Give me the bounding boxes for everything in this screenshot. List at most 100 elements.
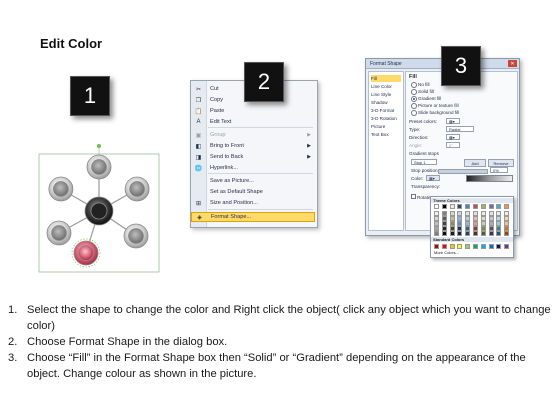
radio-gradient-fill[interactable] bbox=[411, 96, 417, 102]
menu-item-label: Format Shape... bbox=[211, 214, 252, 220]
radio-solid-fill[interactable] bbox=[411, 89, 417, 95]
stop-dropdown[interactable]: Stop 1 bbox=[411, 159, 437, 165]
theme-shade-swatch[interactable] bbox=[465, 231, 471, 237]
inner-circle-ring bbox=[91, 159, 107, 175]
theme-shade-swatch[interactable] bbox=[496, 231, 502, 237]
menu-item-hyperlink[interactable]: 🌐 Hyperlink... bbox=[191, 163, 315, 173]
standard-color-swatch[interactable] bbox=[434, 243, 439, 249]
remove-stop-button[interactable]: Remove bbox=[488, 159, 514, 167]
edit-text-icon: A bbox=[196, 119, 201, 125]
standard-color-swatch[interactable] bbox=[457, 243, 463, 249]
menu-item-size-and-position[interactable]: ⊞ Size and Position... bbox=[191, 198, 315, 208]
direction-label: Direction: bbox=[409, 135, 429, 140]
menu-item-format-shape[interactable]: ◈ Format Shape... bbox=[191, 212, 315, 222]
fill-option-label: Picture or texture fill bbox=[418, 102, 459, 108]
rotate-handle[interactable] bbox=[97, 144, 101, 148]
menu-item-bring-to-front[interactable]: ◧ Bring to Front ▶ bbox=[191, 141, 315, 151]
angle-label: Angle: bbox=[409, 143, 423, 148]
menu-item-send-to-back[interactable]: ◨ Send to Back ▶ bbox=[191, 152, 315, 162]
theme-color-swatch[interactable] bbox=[496, 204, 502, 209]
menu-item-edit-text[interactable]: A Edit Text bbox=[191, 117, 315, 127]
more-colors-link[interactable]: More Colors... bbox=[434, 250, 459, 255]
standard-color-swatch[interactable] bbox=[504, 243, 510, 249]
stop-position-field[interactable]: 0% bbox=[490, 167, 508, 173]
theme-shade-swatch[interactable] bbox=[449, 231, 455, 237]
theme-shade-swatch[interactable] bbox=[441, 231, 447, 237]
nav-item-picture[interactable]: Picture bbox=[371, 123, 401, 130]
inner-circle-ring bbox=[53, 181, 69, 197]
copy-icon: ❐ bbox=[195, 97, 202, 104]
instruction-number: 3. bbox=[8, 352, 18, 364]
standard-color-swatch[interactable] bbox=[473, 243, 478, 249]
instruction-text: Choose “Fill” in the Format Shape box th… bbox=[27, 352, 526, 380]
standard-color-swatch[interactable] bbox=[496, 243, 502, 249]
theme-color-swatch[interactable] bbox=[488, 204, 494, 209]
type-value: Radial bbox=[449, 126, 461, 132]
menu-item-paste[interactable]: 📋 Paste bbox=[191, 106, 315, 116]
radio-no-fill[interactable] bbox=[411, 82, 417, 88]
theme-color-swatch[interactable] bbox=[449, 204, 455, 209]
center-circle-core bbox=[90, 202, 108, 220]
menu-item-group[interactable]: ▣ Group ▶ bbox=[191, 130, 315, 140]
nav-item-3-d-rotation[interactable]: 3-D Rotation bbox=[371, 115, 401, 122]
nav-item-shadow[interactable]: Shadow bbox=[371, 99, 401, 106]
theme-color-swatch[interactable] bbox=[434, 204, 439, 209]
standard-color-swatch[interactable] bbox=[488, 243, 494, 249]
submenu-arrow-icon: ▶ bbox=[307, 143, 311, 149]
theme-color-swatch[interactable] bbox=[441, 204, 447, 209]
menu-item-set-as-default-shape[interactable]: Set as Default Shape bbox=[191, 187, 315, 197]
theme-shade-swatch[interactable] bbox=[457, 231, 463, 237]
menu-separator bbox=[208, 127, 313, 128]
instruction-number: 2. bbox=[8, 336, 18, 348]
group-icon: ▣ bbox=[195, 132, 202, 139]
theme-shade-swatch[interactable] bbox=[488, 231, 494, 237]
menu-separator bbox=[208, 209, 313, 210]
standard-color-swatch[interactable] bbox=[449, 243, 455, 249]
size-position-icon: ⊞ bbox=[195, 200, 202, 207]
nav-item-line-color[interactable]: Line Color bbox=[371, 83, 401, 90]
fill-option-label: Slide background fill bbox=[418, 109, 460, 115]
step-3-badge: 3 bbox=[441, 46, 481, 86]
type-dropdown[interactable]: Radial bbox=[446, 126, 474, 132]
stop-position-slider[interactable] bbox=[438, 169, 488, 174]
inner-circle-ring bbox=[129, 181, 145, 197]
step-2-badge: 2 bbox=[244, 62, 284, 102]
instruction-item: 3. Choose “Fill” in the Format Shape box… bbox=[8, 350, 553, 382]
angle-field[interactable]: 0° bbox=[446, 142, 460, 148]
color-picker-button[interactable]: ▦▾ bbox=[426, 175, 440, 181]
gradient-stops-label: Gradient stops bbox=[409, 151, 439, 156]
hyperlink-icon: 🌐 bbox=[194, 165, 203, 172]
radio-picture-or-texture-fill[interactable] bbox=[411, 103, 417, 109]
rotate-checkbox-label[interactable]: Rotate bbox=[411, 194, 431, 200]
shape-diagram bbox=[38, 144, 160, 273]
add-stop-button[interactable]: Add bbox=[464, 159, 486, 167]
preset-label: Preset colors: bbox=[409, 119, 438, 124]
paste-icon: 📋 bbox=[194, 108, 203, 115]
theme-color-swatch[interactable] bbox=[480, 204, 486, 209]
send-to-back-icon: ◨ bbox=[195, 154, 202, 161]
theme-shade-swatch[interactable] bbox=[473, 231, 478, 237]
inner-circle-ring bbox=[78, 245, 94, 261]
theme-shade-swatch[interactable] bbox=[480, 231, 486, 237]
nav-item-line-style[interactable]: Line Style bbox=[371, 91, 401, 98]
theme-color-swatch[interactable] bbox=[465, 204, 471, 209]
theme-color-swatch[interactable] bbox=[473, 204, 478, 209]
theme-color-swatch[interactable] bbox=[504, 204, 510, 209]
theme-color-swatch[interactable] bbox=[457, 204, 463, 209]
close-icon[interactable]: ✕ bbox=[508, 60, 517, 67]
nav-item-fill[interactable]: Fill bbox=[371, 75, 401, 82]
standard-color-swatch[interactable] bbox=[465, 243, 471, 249]
radio-slide-background-fill[interactable] bbox=[411, 110, 417, 116]
theme-shade-swatch[interactable] bbox=[504, 231, 510, 237]
menu-item-label: Set as Default Shape bbox=[210, 189, 263, 195]
nav-item-text-box[interactable]: Text Box bbox=[371, 131, 401, 138]
nav-item-3-d-format[interactable]: 3-D Format bbox=[371, 107, 401, 114]
direction-dropdown[interactable]: ▦▾ bbox=[446, 134, 460, 140]
preset-colors-dropdown[interactable]: ▦▾ bbox=[446, 118, 460, 124]
menu-item-save-as-picture[interactable]: Save as Picture... bbox=[191, 176, 315, 186]
stop-position-value: 0% bbox=[493, 167, 499, 173]
standard-color-swatch[interactable] bbox=[480, 243, 486, 249]
theme-shade-swatch[interactable] bbox=[434, 231, 439, 237]
standard-color-swatch[interactable] bbox=[441, 243, 447, 249]
menu-item-label: Save as Picture... bbox=[210, 178, 254, 184]
